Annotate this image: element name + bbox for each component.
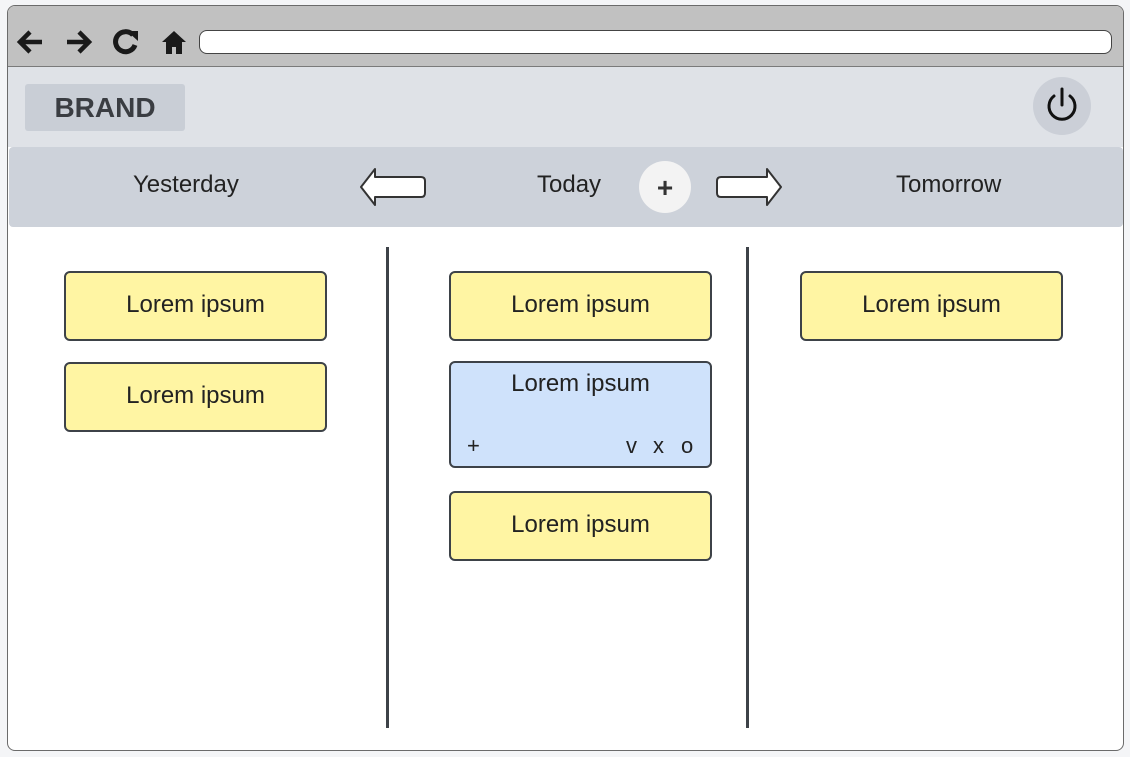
forward-arrow-icon[interactable] bbox=[63, 26, 95, 58]
column-divider bbox=[746, 247, 749, 728]
browser-toolbar bbox=[8, 6, 1123, 67]
brand-logo[interactable]: BRAND bbox=[25, 84, 185, 131]
left-arrow-icon bbox=[360, 168, 426, 206]
task-card[interactable]: Lorem ipsum bbox=[449, 271, 712, 341]
day-label-yesterday[interactable]: Yesterday bbox=[133, 147, 239, 227]
task-card[interactable]: Lorem ipsum bbox=[800, 271, 1063, 341]
right-arrow-icon bbox=[716, 168, 782, 206]
back-arrow-icon[interactable] bbox=[14, 26, 46, 58]
next-day-button[interactable] bbox=[715, 167, 783, 207]
home-icon[interactable] bbox=[158, 26, 190, 58]
previous-day-button[interactable] bbox=[359, 167, 427, 207]
browser-window: BRAND Yesterday Today + Tomorrow Lorem i… bbox=[7, 5, 1124, 751]
task-card-title: Lorem ipsum bbox=[511, 370, 650, 397]
reload-icon[interactable] bbox=[110, 26, 142, 58]
task-card[interactable]: Lorem ipsum bbox=[449, 491, 712, 561]
address-bar[interactable] bbox=[199, 30, 1112, 54]
day-label-today[interactable]: Today bbox=[537, 147, 601, 227]
add-subtask-button[interactable]: + bbox=[467, 433, 480, 459]
open-task-button[interactable]: o bbox=[681, 433, 693, 459]
day-navigation: Yesterday Today + Tomorrow bbox=[9, 147, 1123, 227]
complete-task-button[interactable]: v bbox=[626, 433, 637, 459]
column-divider bbox=[386, 247, 389, 728]
delete-task-button[interactable]: x bbox=[653, 433, 664, 459]
power-icon bbox=[1047, 87, 1077, 121]
day-label-tomorrow[interactable]: Tomorrow bbox=[896, 147, 1001, 227]
task-card[interactable]: Lorem ipsum bbox=[64, 362, 327, 432]
task-card[interactable]: Lorem ipsum bbox=[64, 271, 327, 341]
app-header: BRAND bbox=[8, 67, 1123, 147]
add-item-button[interactable]: + bbox=[639, 161, 691, 213]
power-button[interactable] bbox=[1033, 77, 1091, 135]
selected-task-card[interactable]: Lorem ipsum + v x o bbox=[449, 361, 712, 468]
